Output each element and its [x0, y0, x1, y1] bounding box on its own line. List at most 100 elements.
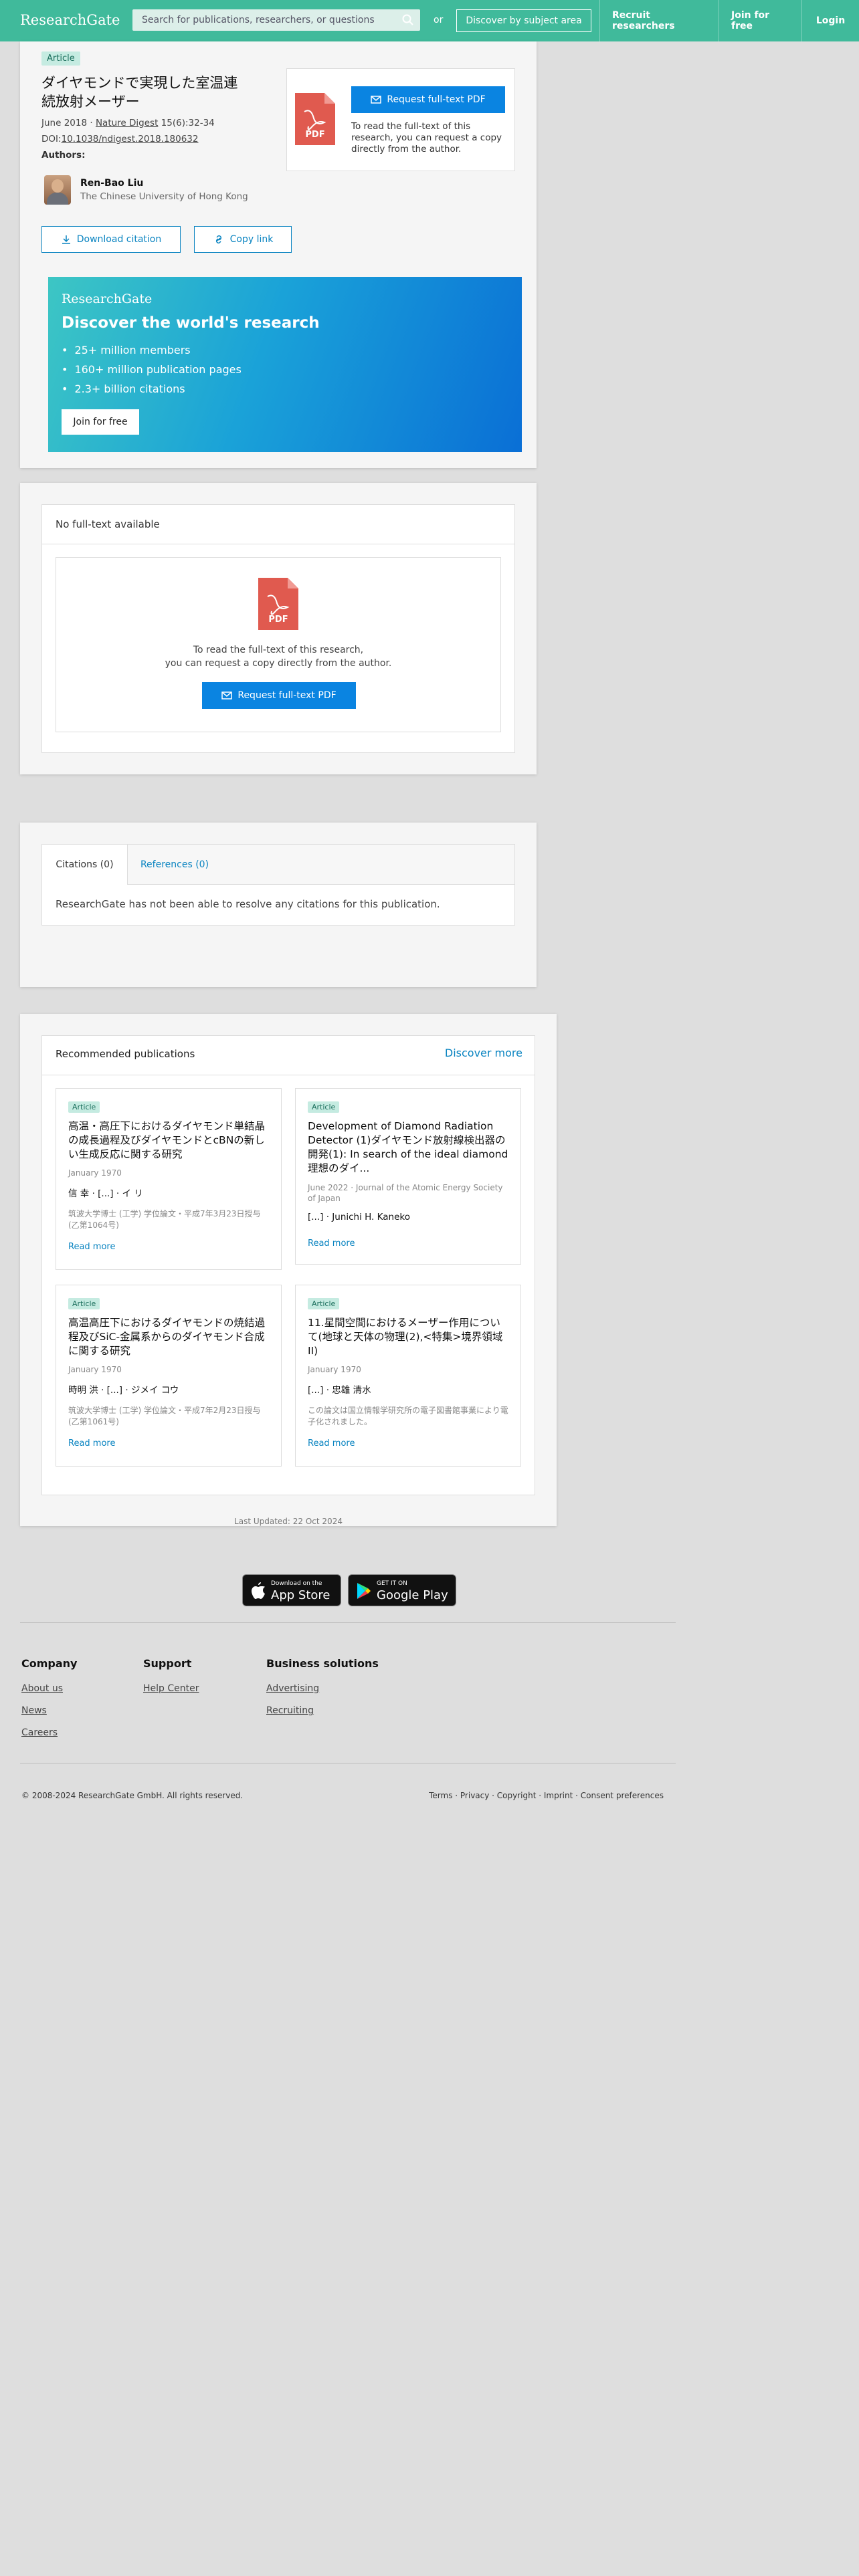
- recommended-date: January 1970: [68, 1168, 122, 1178]
- footer-link-advertising[interactable]: Advertising: [266, 1683, 379, 1694]
- recommended-authors: [...] · Junichi H. Kaneko: [308, 1212, 410, 1222]
- discover-subject-button[interactable]: Discover by subject area: [456, 9, 591, 32]
- authors-label: Authors:: [41, 150, 86, 160]
- article-date: June 2018: [41, 118, 88, 128]
- footer-link-help-center[interactable]: Help Center: [143, 1683, 199, 1694]
- recommended-title[interactable]: 11.星間空間におけるメーザー作用について(地球と天体の物理(2),<特集>境界…: [308, 1316, 508, 1358]
- recommended-heading: Recommended publications: [56, 1048, 195, 1060]
- article-title: ダイヤモンドで実現した室温連続放射メーザー: [41, 75, 238, 110]
- footer-company: Company About us News Careers: [21, 1657, 78, 1738]
- recommended-authors: 時明 洪 · [...] · ジメイ コウ: [68, 1385, 179, 1396]
- recommended-panel: Recommended publications Discover more A…: [41, 1035, 535, 1495]
- search-box[interactable]: [132, 9, 420, 31]
- top-navigation-bar: ResearchGate or Discover by subject area…: [0, 0, 859, 41]
- recommended-title[interactable]: 高温・高圧下におけるダイヤモンド単結晶の成長過程及びダイヤモンドとcBNの新しい…: [68, 1119, 269, 1162]
- promo-join-button[interactable]: Join for free: [62, 409, 139, 435]
- discover-research-banner: ResearchGate Discover the world's resear…: [48, 277, 522, 452]
- google-play-icon: [357, 1583, 371, 1599]
- request-fulltext-button[interactable]: Request full-text PDF: [351, 86, 505, 113]
- footer-link-about[interactable]: About us: [21, 1683, 77, 1694]
- mail-icon: [221, 691, 233, 700]
- app-store-badge[interactable]: Download on the App Store: [242, 1574, 341, 1606]
- promo-logo: ResearchGate: [62, 292, 153, 306]
- download-citation-button[interactable]: Download citation: [41, 226, 181, 253]
- link-icon: [215, 235, 221, 244]
- svg-text:PDF: PDF: [268, 615, 288, 625]
- recruit-researchers-link[interactable]: Recruit researchers: [599, 0, 719, 41]
- copy-link-button[interactable]: Copy link: [194, 226, 292, 253]
- search-icon[interactable]: [401, 13, 415, 27]
- recommended-description: 筑波大学博士 (工学) 学位論文・平成7年2月23日授与 (乙第1061号): [68, 1406, 261, 1426]
- footer-link-news[interactable]: News: [21, 1705, 77, 1716]
- promo-stat: 2.3+ billion citations: [62, 383, 242, 395]
- read-more-link[interactable]: Read more: [308, 1438, 508, 1448]
- recommended-date: January 1970: [68, 1365, 122, 1374]
- journal-link[interactable]: Nature Digest: [96, 118, 158, 128]
- promo-stat: 160+ million publication pages: [62, 363, 241, 376]
- search-input[interactable]: [142, 15, 396, 25]
- download-icon: [62, 235, 70, 244]
- promo-heading: Discover the world's research: [62, 314, 320, 332]
- citations-panel: Citations (0) References (0) ResearchGat…: [41, 844, 515, 926]
- recommended-item[interactable]: Article 11.星間空間におけるメーザー作用について(地球と天体の物理(2…: [295, 1285, 521, 1467]
- recommended-title[interactable]: Development of Diamond Radiation Detecto…: [308, 1119, 508, 1176]
- fulltext-line1: To read the full-text of this research,: [193, 645, 364, 655]
- promo-stat: 25+ million members: [62, 344, 242, 356]
- read-more-link[interactable]: Read more: [68, 1242, 269, 1252]
- article-type-badge: Article: [68, 1101, 100, 1113]
- recommended-date: January 1970: [308, 1365, 361, 1374]
- footer-business: Business solutions Advertising Recruitin…: [266, 1657, 379, 1716]
- tab-references[interactable]: References (0): [128, 845, 221, 885]
- recommended-description: この論文は国立情報学研究所の電子図書館事業により電子化されました。: [308, 1406, 508, 1426]
- recommended-item[interactable]: Article 高温高圧下におけるダイヤモンドの焼結過程及びSiC-金属系からの…: [56, 1285, 282, 1467]
- request-fulltext-text: To read the full-text of this research, …: [351, 121, 502, 154]
- author-affiliation: The Chinese University of Hong Kong: [80, 191, 248, 202]
- request-fulltext-button[interactable]: Request full-text PDF: [202, 682, 356, 709]
- author-name[interactable]: Ren-Bao Liu: [80, 178, 143, 189]
- footer-link-careers[interactable]: Careers: [21, 1727, 77, 1738]
- copyright-text: © 2008-2024 ResearchGate GmbH. All right…: [21, 1791, 244, 1800]
- read-more-link[interactable]: Read more: [68, 1438, 269, 1448]
- footer-link-recruiting[interactable]: Recruiting: [266, 1705, 379, 1716]
- apple-icon: [252, 1582, 265, 1599]
- article-type-badge: Article: [68, 1298, 100, 1309]
- join-for-free-link[interactable]: Join for free: [719, 0, 801, 41]
- article-meta: June 2018 · Nature Digest 15(6):32-34: [41, 118, 215, 128]
- recommended-item[interactable]: Article 高温・高圧下におけるダイヤモンド単結晶の成長過程及びダイヤモンド…: [56, 1088, 282, 1270]
- doi-link[interactable]: 10.1038/ndigest.2018.180632: [62, 134, 199, 144]
- no-citations-message: ResearchGate has not been able to resolv…: [56, 898, 440, 910]
- promo-stats-list: 25+ million members 160+ million publica…: [62, 344, 242, 402]
- login-link[interactable]: Login: [801, 0, 859, 41]
- article-type-badge: Article: [308, 1101, 340, 1113]
- pdf-icon: PDF: [295, 93, 335, 145]
- no-fulltext-heading: No full-text available: [56, 518, 160, 530]
- svg-text:PDF: PDF: [305, 130, 324, 140]
- fulltext-line2: you can request a copy directly from the…: [165, 658, 392, 669]
- legal-links[interactable]: Terms · Privacy · Copyright · Imprint · …: [428, 1791, 664, 1800]
- fulltext-card: No full-text available PDF To read the f…: [20, 483, 537, 774]
- article-type-badge: Article: [41, 51, 80, 66]
- recommended-item[interactable]: Article Development of Diamond Radiation…: [295, 1088, 521, 1265]
- recommended-title[interactable]: 高温高圧下におけるダイヤモンドの焼結過程及びSiC-金属系からのダイヤモンド合成…: [68, 1316, 269, 1358]
- footer-support: Support Help Center: [143, 1657, 199, 1694]
- request-fulltext-box: PDF Request full-text PDF To read the fu…: [286, 68, 515, 171]
- recommended-authors: 信 幸 · [...] · イ リ: [68, 1188, 143, 1199]
- discover-more-link[interactable]: Discover more: [445, 1047, 522, 1059]
- article-type-badge: Article: [308, 1298, 340, 1309]
- article-pages: 15(6):32-34: [161, 118, 215, 128]
- author-avatar[interactable]: [44, 175, 71, 205]
- doi-row: DOI:10.1038/ndigest.2018.180632: [41, 134, 199, 144]
- last-updated: Last Updated: 22 Oct 2024: [234, 1517, 343, 1526]
- fulltext-request-area: PDF To read the full-text of this resear…: [56, 557, 501, 732]
- recommended-authors: [...] · 忠雄 清水: [308, 1385, 371, 1396]
- tab-citations[interactable]: Citations (0): [42, 845, 128, 885]
- recommended-date: June 2022 · Journal of the Atomic Energy…: [308, 1183, 503, 1203]
- recommended-card: Recommended publications Discover more A…: [20, 1014, 557, 1526]
- google-play-badge[interactable]: GET IT ON Google Play: [348, 1574, 456, 1606]
- citations-card: Citations (0) References (0) ResearchGat…: [20, 823, 537, 987]
- researchgate-logo[interactable]: ResearchGate: [20, 12, 120, 28]
- footer-divider: [20, 1622, 676, 1623]
- fulltext-panel: No full-text available PDF To read the f…: [41, 504, 515, 753]
- read-more-link[interactable]: Read more: [308, 1239, 508, 1249]
- recommended-description: 筑波大学博士 (工学) 学位論文・平成7年3月23日授与 (乙第1064号): [68, 1209, 261, 1230]
